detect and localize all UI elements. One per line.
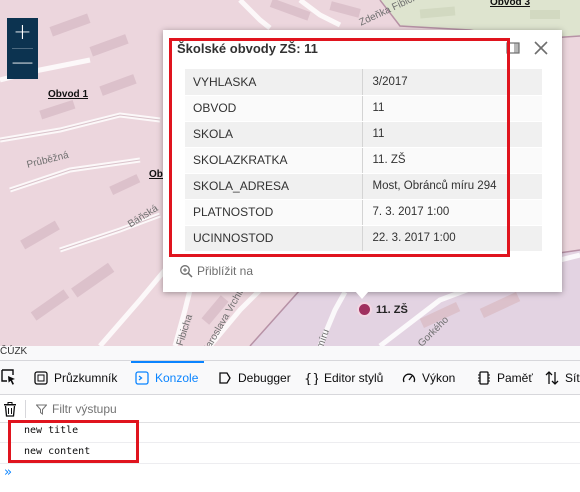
attribute-value: 22. 3. 2017 1:00 bbox=[362, 225, 542, 252]
district-label-obvod-1: Obvod 1 bbox=[48, 89, 89, 100]
popup-pointer bbox=[355, 291, 369, 299]
zoom-to-link[interactable]: Přiblížit na bbox=[179, 264, 253, 278]
style-editor-icon: {} bbox=[304, 371, 318, 385]
devtools-tab-label: Průzkumník bbox=[54, 370, 118, 385]
attribute-value: Most, Obránců míru 294 bbox=[362, 173, 542, 200]
attribute-key: PLATNOSTOD bbox=[185, 199, 363, 226]
feature-popup: Školské obvody ZŠ: 11 VYHLASKA 3/2017 OBVO… bbox=[163, 30, 562, 292]
trash-icon[interactable] bbox=[3, 402, 17, 417]
attribute-value: 3/2017 bbox=[362, 69, 542, 96]
map-view[interactable]: Obvod 1 Obvod 3 Obv Průběžná Báňská Fibi… bbox=[0, 0, 580, 346]
memory-icon bbox=[477, 370, 491, 385]
attribute-row: SKOLAZKRATKA 11. ZŠ bbox=[185, 147, 542, 174]
attribute-value: 11 bbox=[362, 121, 542, 148]
zoom-in-magnifier-icon bbox=[180, 265, 193, 278]
inspector-icon bbox=[34, 370, 48, 385]
attribute-key: SKOLAZKRATKA bbox=[185, 147, 363, 174]
zoom-in-button[interactable]: + bbox=[8, 19, 37, 48]
school-marker[interactable] bbox=[357, 302, 372, 317]
attribute-key: OBVOD bbox=[185, 95, 363, 122]
console-input-prompt[interactable]: » bbox=[4, 465, 12, 480]
devtools-tab-console[interactable]: Konzole bbox=[130, 361, 205, 394]
devtools-tab-label: Konzole bbox=[155, 370, 199, 385]
dock-icon[interactable] bbox=[505, 40, 521, 56]
map-attribution: ČÚZK bbox=[0, 346, 28, 357]
attribute-row: OBVOD 11 bbox=[185, 95, 542, 122]
devtools-tab-label: Výkon bbox=[422, 370, 456, 385]
zoom-control: + — bbox=[7, 18, 38, 79]
network-icon bbox=[545, 370, 559, 385]
attribute-key: VYHLASKA bbox=[185, 69, 363, 96]
attribute-value: 7. 3. 2017 1:00 bbox=[362, 199, 542, 226]
console-filter-bar: Filtr výstupu bbox=[0, 395, 580, 423]
attribute-key: UCINNOSTOD bbox=[185, 225, 363, 252]
district-label-obvod-3: Obvod 3 bbox=[490, 0, 531, 8]
devtools-tab-label: Debugger bbox=[238, 370, 291, 385]
console-log-line[interactable]: new title bbox=[24, 425, 78, 436]
devtools-tabbar: Průzkumník Konzole Debugger {} Editor stylů V… bbox=[0, 361, 580, 395]
attribute-row: UCINNOSTOD 22. 3. 2017 1:00 bbox=[185, 225, 542, 252]
console-log-line[interactable]: new content bbox=[24, 446, 90, 457]
devtools-tab-inspector[interactable]: Průzkumník bbox=[34, 361, 117, 394]
filter-separator bbox=[25, 400, 26, 418]
attribute-row: VYHLASKA 3/2017 bbox=[185, 69, 542, 96]
devtools-tab-label: Sít bbox=[565, 370, 580, 385]
devtools-tab-debugger[interactable]: Debugger bbox=[218, 361, 291, 394]
attribute-row: SKOLA 11 bbox=[185, 121, 542, 148]
attribute-row: PLATNOSTOD 7. 3. 2017 1:00 bbox=[185, 199, 542, 226]
devtools-tab-performance[interactable]: Výkon bbox=[402, 361, 455, 394]
console-icon bbox=[135, 370, 149, 385]
attribute-key: SKOLA bbox=[185, 121, 363, 148]
element-picker-icon[interactable] bbox=[0, 368, 17, 386]
filter-placeholder: Filtr výstupu bbox=[52, 402, 117, 416]
devtools-tab-style-editor[interactable]: {} Editor stylů bbox=[304, 361, 383, 394]
performance-icon bbox=[402, 371, 416, 385]
close-icon[interactable] bbox=[532, 39, 550, 57]
devtools-tab-label: Paměť bbox=[497, 370, 533, 385]
popup-title: Školské obvody ZŠ: 11 bbox=[177, 41, 318, 56]
zoom-to-label: Přiblížit na bbox=[197, 264, 254, 278]
filter-icon bbox=[36, 404, 47, 415]
attribute-key: SKOLA_ADRESA bbox=[185, 173, 363, 200]
devtools-tab-memory[interactable]: Paměť bbox=[477, 361, 533, 394]
console-filter-input[interactable]: Filtr výstupu bbox=[36, 402, 117, 416]
svg-text:{}: {} bbox=[304, 372, 318, 385]
school-marker-label: 11. ZŠ bbox=[376, 304, 408, 316]
console-row bbox=[0, 422, 580, 443]
attribute-table: VYHLASKA 3/2017 OBVOD 11 SKOLA 11 SKOLAZKRATKA… bbox=[185, 69, 542, 252]
attribute-value: 11 bbox=[362, 95, 542, 122]
attribute-value: 11. ZŠ bbox=[362, 147, 542, 174]
devtools-tab-label: Editor stylů bbox=[324, 370, 384, 385]
devtools-tab-network[interactable]: Sít bbox=[545, 361, 580, 394]
zoom-out-button[interactable]: — bbox=[8, 49, 37, 78]
debugger-icon bbox=[218, 371, 232, 385]
attribute-row: SKOLA_ADRESA Most, Obránců míru 294 bbox=[185, 173, 542, 200]
